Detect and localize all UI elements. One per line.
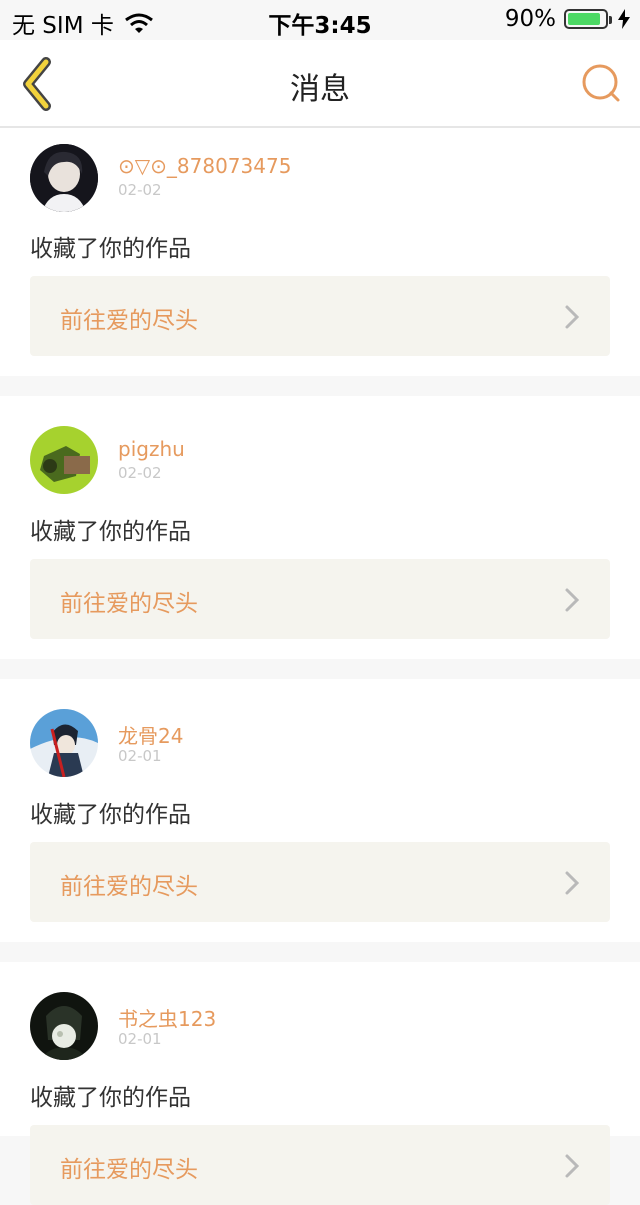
message-text: 收藏了你的作品 <box>30 236 191 262</box>
work-link[interactable]: 前往爱的尽头 <box>30 559 610 639</box>
work-link-label: 前往爱的尽头 <box>60 308 198 334</box>
work-link-label: 前往爱的尽头 <box>60 1157 198 1183</box>
search-icon[interactable] <box>580 62 622 104</box>
message-date: 02-01 <box>118 1030 162 1048</box>
message-card: 龙骨24 02-01 收藏了你的作品 前往爱的尽头 <box>0 679 640 942</box>
work-link-label: 前往爱的尽头 <box>60 591 198 617</box>
message-card: pigzhu 02-02 收藏了你的作品 前往爱的尽头 <box>0 396 640 659</box>
message-text: 收藏了你的作品 <box>30 519 191 545</box>
message-text: 收藏了你的作品 <box>30 802 191 828</box>
username[interactable]: 龙骨24 <box>118 720 183 749</box>
avatar[interactable] <box>30 426 98 494</box>
username[interactable]: pigzhu <box>118 437 185 461</box>
page-title: 消息 <box>290 72 350 107</box>
work-link[interactable]: 前往爱的尽头 <box>30 842 610 922</box>
status-battery-group: 90% <box>505 6 630 32</box>
chevron-right-icon <box>565 588 580 612</box>
battery-percent: 90% <box>504 6 556 32</box>
avatar[interactable] <box>30 992 98 1060</box>
avatar[interactable] <box>30 144 98 212</box>
avatar[interactable] <box>30 709 98 777</box>
status-bar: 无 SIM 卡 下午3:45 90% <box>0 0 640 40</box>
message-date: 02-01 <box>118 747 162 765</box>
nav-bar: 消息 <box>0 40 640 128</box>
username[interactable]: ⊙▽⊙_878073475 <box>118 154 291 178</box>
message-text: 收藏了你的作品 <box>30 1085 191 1111</box>
message-card: ⊙▽⊙_878073475 02-02 收藏了你的作品 前往爱的尽头 <box>0 128 640 376</box>
chevron-right-icon <box>565 305 580 329</box>
username[interactable]: 书之虫123 <box>118 1003 216 1032</box>
work-link[interactable]: 前往爱的尽头 <box>30 276 610 356</box>
chevron-right-icon <box>565 871 580 895</box>
chevron-right-icon <box>565 1154 580 1178</box>
work-link-label: 前往爱的尽头 <box>60 874 198 900</box>
message-date: 02-02 <box>118 464 162 482</box>
work-link[interactable]: 前往爱的尽头 <box>30 1125 610 1205</box>
message-card: 书之虫123 02-01 收藏了你的作品 前往爱的尽头 <box>0 962 640 1205</box>
charging-icon <box>618 9 630 29</box>
message-date: 02-02 <box>118 181 162 199</box>
battery-icon <box>564 9 612 29</box>
